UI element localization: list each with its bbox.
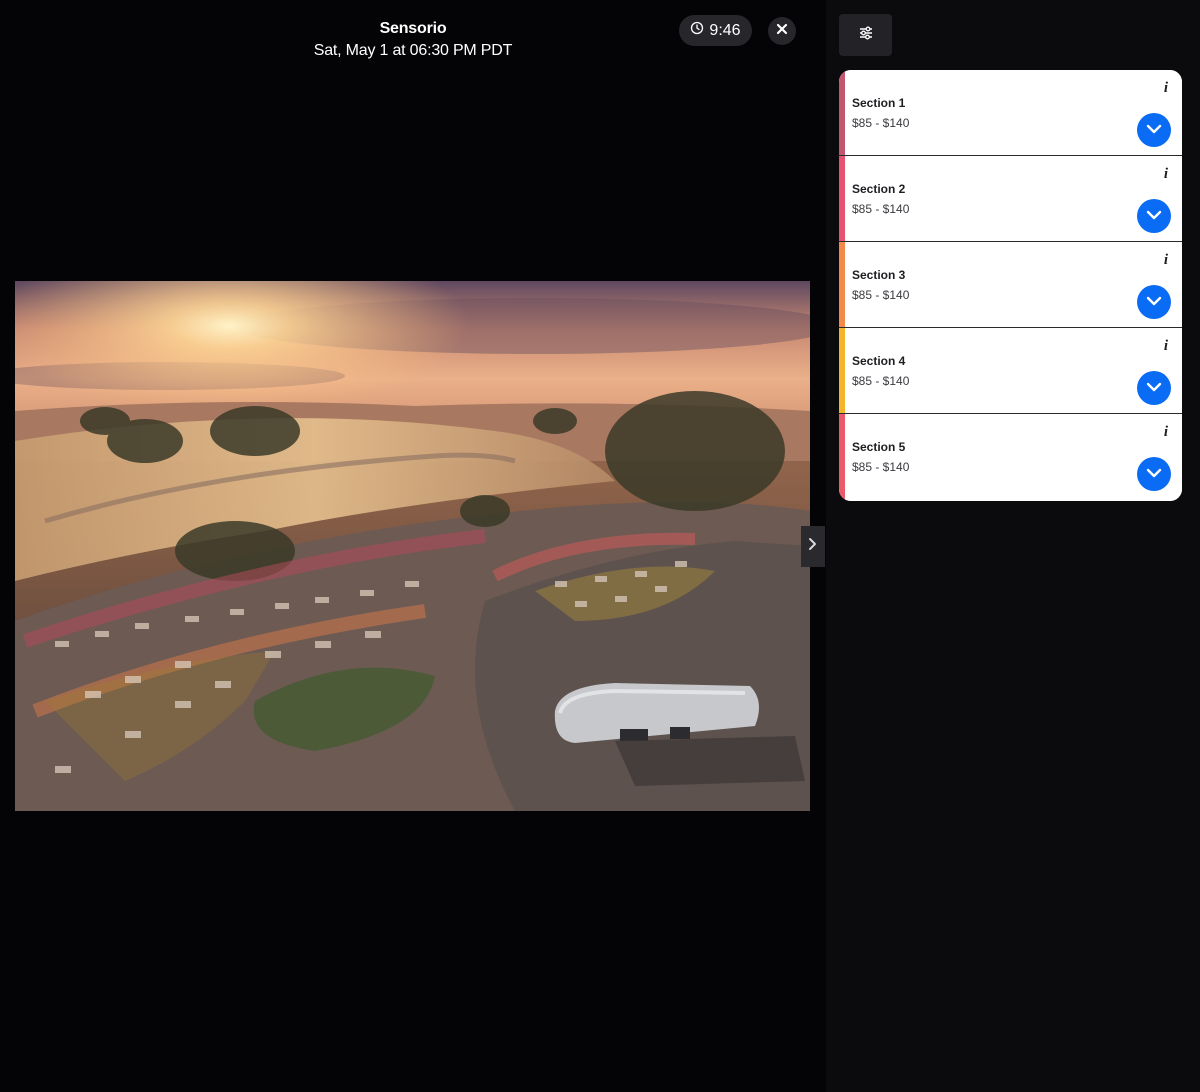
section-color-stripe: [839, 328, 845, 413]
section-name: Section 5: [852, 440, 906, 454]
main-panel: Sensorio Sat, May 1 at 06:30 PM PDT 9:46: [0, 0, 826, 1092]
chevron-down-icon: [1146, 293, 1162, 311]
section-color-stripe: [839, 242, 845, 327]
info-icon[interactable]: i: [1164, 338, 1168, 355]
chevron-right-icon: [808, 537, 818, 556]
countdown-timer: 9:46: [679, 15, 752, 46]
next-image-button[interactable]: [801, 526, 825, 567]
expand-section-button[interactable]: [1137, 371, 1171, 405]
timer-value: 9:46: [709, 21, 741, 39]
section-name: Section 1: [852, 96, 906, 110]
section-item[interactable]: Section 5 $85 - $140 i: [839, 414, 1182, 501]
info-icon[interactable]: i: [1164, 252, 1168, 269]
section-name: Section 2: [852, 182, 906, 196]
clock-icon: [690, 21, 704, 40]
venue-map-image: [15, 281, 810, 811]
section-name: Section 3: [852, 268, 906, 282]
section-price: $85 - $140: [852, 374, 910, 388]
venue-photo: [15, 281, 810, 811]
section-color-stripe: [839, 70, 845, 155]
chevron-down-icon: [1146, 207, 1162, 225]
section-list: Section 1 $85 - $140 i Section 2 $85 - $…: [839, 70, 1182, 501]
info-icon[interactable]: i: [1164, 80, 1168, 97]
section-item[interactable]: Section 2 $85 - $140 i: [839, 156, 1182, 242]
section-price: $85 - $140: [852, 116, 910, 130]
section-price: $85 - $140: [852, 202, 910, 216]
expand-section-button[interactable]: [1137, 457, 1171, 491]
info-icon[interactable]: i: [1164, 166, 1168, 183]
chevron-down-icon: [1146, 121, 1162, 139]
section-price: $85 - $140: [852, 460, 910, 474]
section-name: Section 4: [852, 354, 906, 368]
section-item[interactable]: Section 4 $85 - $140 i: [839, 328, 1182, 414]
section-item[interactable]: Section 1 $85 - $140 i: [839, 70, 1182, 156]
expand-section-button[interactable]: [1137, 285, 1171, 319]
section-item[interactable]: Section 3 $85 - $140 i: [839, 242, 1182, 328]
section-color-stripe: [839, 156, 845, 241]
expand-section-button[interactable]: [1137, 113, 1171, 147]
section-color-stripe: [839, 414, 845, 501]
sections-sidebar: Section 1 $85 - $140 i Section 2 $85 - $…: [826, 0, 1200, 1092]
sliders-icon: [859, 26, 873, 45]
info-icon[interactable]: i: [1164, 424, 1168, 441]
chevron-down-icon: [1146, 465, 1162, 483]
section-price: $85 - $140: [852, 288, 910, 302]
close-icon: [776, 22, 788, 40]
chevron-down-icon: [1146, 379, 1162, 397]
expand-section-button[interactable]: [1137, 199, 1171, 233]
close-button[interactable]: [768, 17, 796, 45]
filter-button[interactable]: [839, 14, 892, 56]
